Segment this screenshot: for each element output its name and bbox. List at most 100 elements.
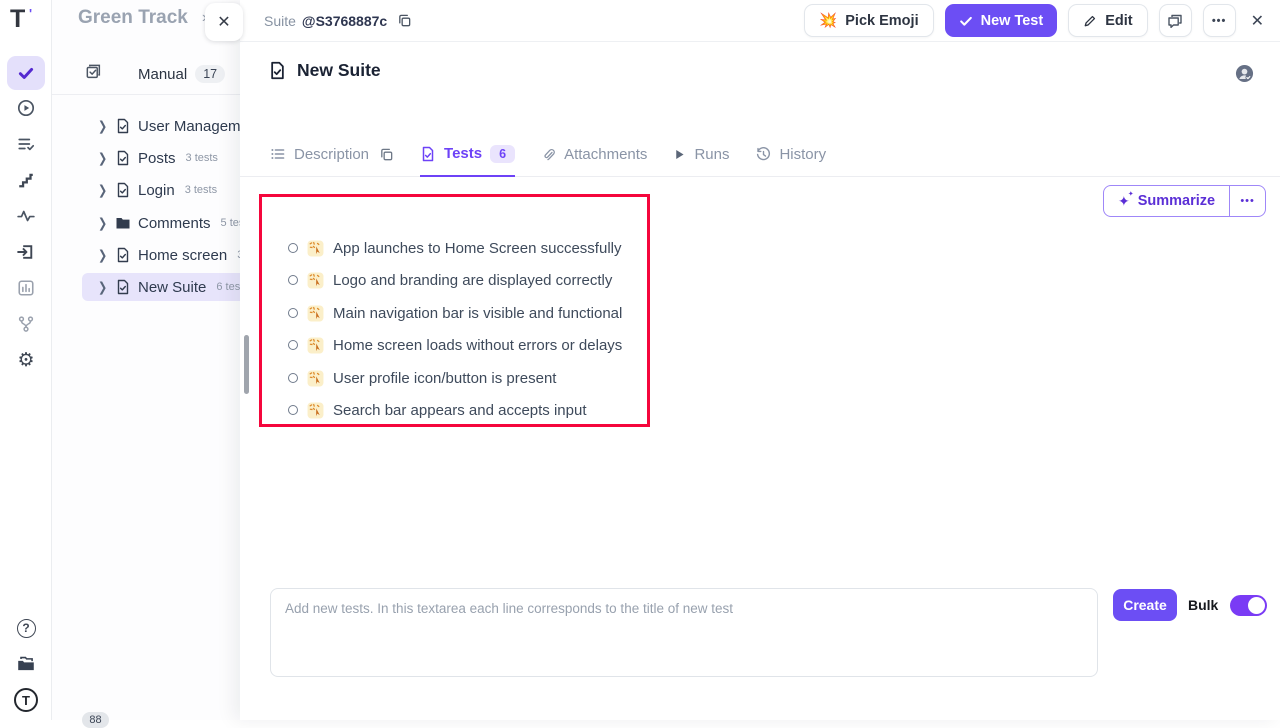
edit-button[interactable]: Edit xyxy=(1068,4,1147,37)
test-row[interactable]: Logo and branding are displayed correctl… xyxy=(288,266,612,294)
project-title[interactable]: Green Track › xyxy=(78,7,207,29)
pick-emoji-label: Pick Emoji xyxy=(845,13,918,29)
add-tests-textarea[interactable] xyxy=(270,588,1098,677)
tests-doc-icon xyxy=(420,146,436,162)
select-all-icon[interactable] xyxy=(85,63,102,85)
folder-icon xyxy=(115,215,131,231)
summarize-button-group: ✦✦ Summarize ••• xyxy=(1103,185,1266,217)
close-detail-button[interactable]: ✕ xyxy=(1251,11,1264,31)
comments-button[interactable] xyxy=(1159,4,1192,37)
chevron-expand-icon: ❯ xyxy=(98,215,108,231)
rail-plans-button[interactable] xyxy=(7,127,45,161)
more-icon: ••• xyxy=(1240,195,1255,207)
test-status-circle[interactable] xyxy=(288,373,298,383)
test-row[interactable]: Search bar appears and accepts input xyxy=(288,396,587,424)
tree-item-new-suite[interactable]: ❯ New Suite 6 tests xyxy=(82,273,245,301)
bulk-toggle[interactable] xyxy=(1230,595,1267,616)
test-row[interactable]: Home screen loads without errors or dela… xyxy=(288,331,622,359)
suite-doc-icon xyxy=(115,279,131,295)
rail-projects-button[interactable] xyxy=(7,647,45,681)
test-row[interactable]: User profile icon/button is present xyxy=(288,364,556,392)
sparkles-icon: ✦✦ xyxy=(1118,193,1130,210)
close-icon: ✕ xyxy=(217,12,230,32)
test-status-circle[interactable] xyxy=(288,243,298,253)
new-test-button[interactable]: New Test xyxy=(945,4,1058,37)
test-row[interactable]: Main navigation bar is visible and funct… xyxy=(288,299,622,327)
tree-item-label: Comments xyxy=(138,215,211,232)
tab-history[interactable]: History xyxy=(755,132,826,177)
tree-item-label: User Management xyxy=(138,118,245,135)
more-icon: ••• xyxy=(1212,15,1227,27)
pick-emoji-button[interactable]: 💥 Pick Emoji xyxy=(804,4,933,37)
tree-item-label: Posts xyxy=(138,150,176,167)
tree-item-login[interactable]: ❯ Login 3 tests xyxy=(82,176,245,204)
shortcut-badge: 88 xyxy=(82,712,109,728)
tab-runs[interactable]: Runs xyxy=(673,132,729,177)
tab-tests[interactable]: Tests 6 xyxy=(420,132,515,177)
tree-item-home-screen[interactable]: ❯ Home screen 3 tests xyxy=(82,241,245,269)
copy-description-button[interactable] xyxy=(379,147,394,162)
rail-pulse-button[interactable] xyxy=(7,199,45,233)
test-emoji-icon xyxy=(307,370,324,387)
tree-item-count: 3 tests xyxy=(186,152,218,164)
tab-manual[interactable]: Manual 17 xyxy=(138,65,225,83)
test-title: User profile icon/button is present xyxy=(333,370,556,387)
test-row[interactable]: App launches to Home Screen successfully xyxy=(288,234,621,262)
chat-bubbles-icon xyxy=(1167,13,1183,29)
chevron-expand-icon: ❯ xyxy=(98,118,108,134)
tab-description[interactable]: Description xyxy=(270,132,394,177)
assignee-avatar[interactable] xyxy=(1235,64,1254,88)
rail-settings-button[interactable]: ⚙ xyxy=(7,343,45,377)
app-logo[interactable]: T ' xyxy=(10,6,40,34)
tree-item-comments[interactable]: ❯ Comments 5 tests xyxy=(82,209,245,237)
test-title: Main navigation bar is visible and funct… xyxy=(333,305,622,322)
bulk-label: Bulk xyxy=(1188,597,1218,613)
pulse-icon xyxy=(17,207,35,225)
test-status-circle[interactable] xyxy=(288,405,298,415)
rail-help-button[interactable]: ? xyxy=(7,611,45,645)
rail-import-button[interactable] xyxy=(7,235,45,269)
tree-item-user-management[interactable]: ❯ User Management xyxy=(82,112,245,140)
play-icon xyxy=(673,148,686,161)
collapse-panel-button[interactable]: ✕ xyxy=(205,3,243,41)
rail-milestones-button[interactable] xyxy=(7,163,45,197)
tree-item-posts[interactable]: ❯ Posts 3 tests xyxy=(82,144,245,172)
rail-runs-button[interactable] xyxy=(7,91,45,125)
more-actions-button[interactable]: ••• xyxy=(1203,4,1236,37)
entity-id: @S3768887c xyxy=(302,13,387,29)
gear-icon: ⚙ xyxy=(17,349,34,372)
tests-count-badge: 6 xyxy=(490,145,515,163)
copy-icon xyxy=(397,13,412,28)
summarize-more-button[interactable]: ••• xyxy=(1229,186,1265,216)
tab-attachments[interactable]: Attachments xyxy=(541,132,647,177)
list-icon xyxy=(270,146,286,162)
entity-id-group: Suite @S3768887c xyxy=(264,13,387,29)
rail-account-button[interactable]: T xyxy=(7,683,45,717)
rail-analytics-button[interactable] xyxy=(7,271,45,305)
copy-suite-id-button[interactable] xyxy=(397,13,412,28)
tab-runs-label: Runs xyxy=(694,146,729,163)
create-button[interactable]: Create xyxy=(1113,589,1177,621)
boom-emoji-icon: 💥 xyxy=(819,12,837,29)
suite-topbar: Suite @S3768887c 💥 Pick Emoji New Test xyxy=(240,0,1280,42)
tree-scrollbar-thumb[interactable] xyxy=(244,335,249,394)
test-status-circle[interactable] xyxy=(288,308,298,318)
test-title: Home screen loads without errors or dela… xyxy=(333,337,622,354)
suite-doc-icon xyxy=(115,150,131,166)
play-circle-icon xyxy=(17,99,35,117)
summarize-button[interactable]: ✦✦ Summarize xyxy=(1104,186,1229,216)
steps-icon xyxy=(17,171,35,189)
paperclip-icon xyxy=(541,146,556,162)
rail-branches-button[interactable] xyxy=(7,307,45,341)
chevron-expand-icon: ❯ xyxy=(98,150,108,166)
rail-tests-button[interactable] xyxy=(7,56,45,90)
test-emoji-icon xyxy=(307,337,324,354)
test-emoji-icon xyxy=(307,272,324,289)
test-status-circle[interactable] xyxy=(288,340,298,350)
bar-chart-icon xyxy=(17,279,35,297)
test-status-circle[interactable] xyxy=(288,275,298,285)
project-tree-panel: Green Track › Manual 17 Automated ❯ User… xyxy=(52,0,245,720)
test-emoji-icon xyxy=(307,305,324,322)
suite-doc-icon xyxy=(268,61,287,80)
suite-title: New Suite xyxy=(297,60,381,81)
